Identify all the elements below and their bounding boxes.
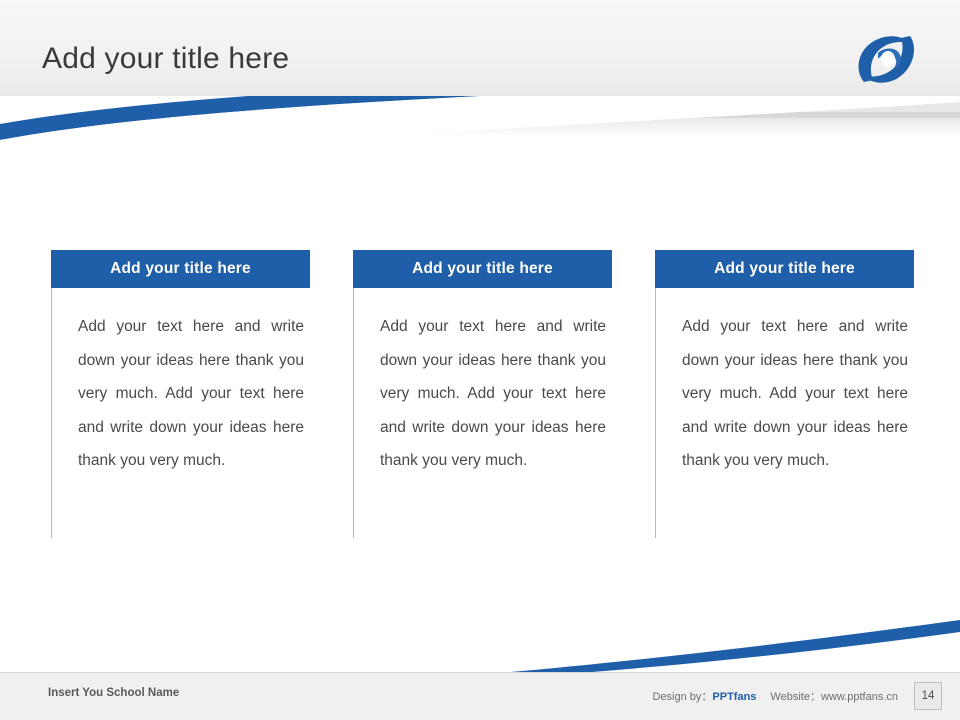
footer-website-label: Website： [770,691,821,703]
column-2: Add your title here Add your text here a… [353,250,612,538]
footer-school-name: Insert You School Name [48,687,180,699]
page-title: Add your title here [42,42,290,75]
footer-website-value: www.pptfans.cn [820,691,898,703]
column-1: Add your title here Add your text here a… [51,250,310,538]
footer-design-by-label: Design by： [652,691,713,703]
slide-canvas: Add your title here Add your title here … [0,0,960,720]
column-2-heading: Add your title here [353,250,612,288]
column-3-text: Add your text here and write down your i… [682,318,908,469]
decorative-swoosh-top [0,96,960,176]
page-number-badge: 14 [914,682,942,710]
column-3-heading: Add your title here [655,250,914,288]
column-1-text: Add your text here and write down your i… [78,318,304,469]
footer-bar: Insert You School Name Design by：PPTfans… [0,673,960,720]
column-2-text: Add your text here and write down your i… [380,318,606,469]
column-1-body: Add your text here and write down your i… [51,288,310,538]
content-columns: Add your title here Add your text here a… [0,250,960,570]
column-3: Add your title here Add your text here a… [655,250,914,538]
footer-design-by-value: PPTfans [712,691,757,703]
swirl-logo-icon [858,36,914,83]
column-3-body: Add your text here and write down your i… [655,288,914,538]
footer-credits: Design by：PPTfans Website：www.pptfans.cn [652,688,898,704]
column-2-body: Add your text here and write down your i… [353,288,612,538]
column-1-heading: Add your title here [51,250,310,288]
